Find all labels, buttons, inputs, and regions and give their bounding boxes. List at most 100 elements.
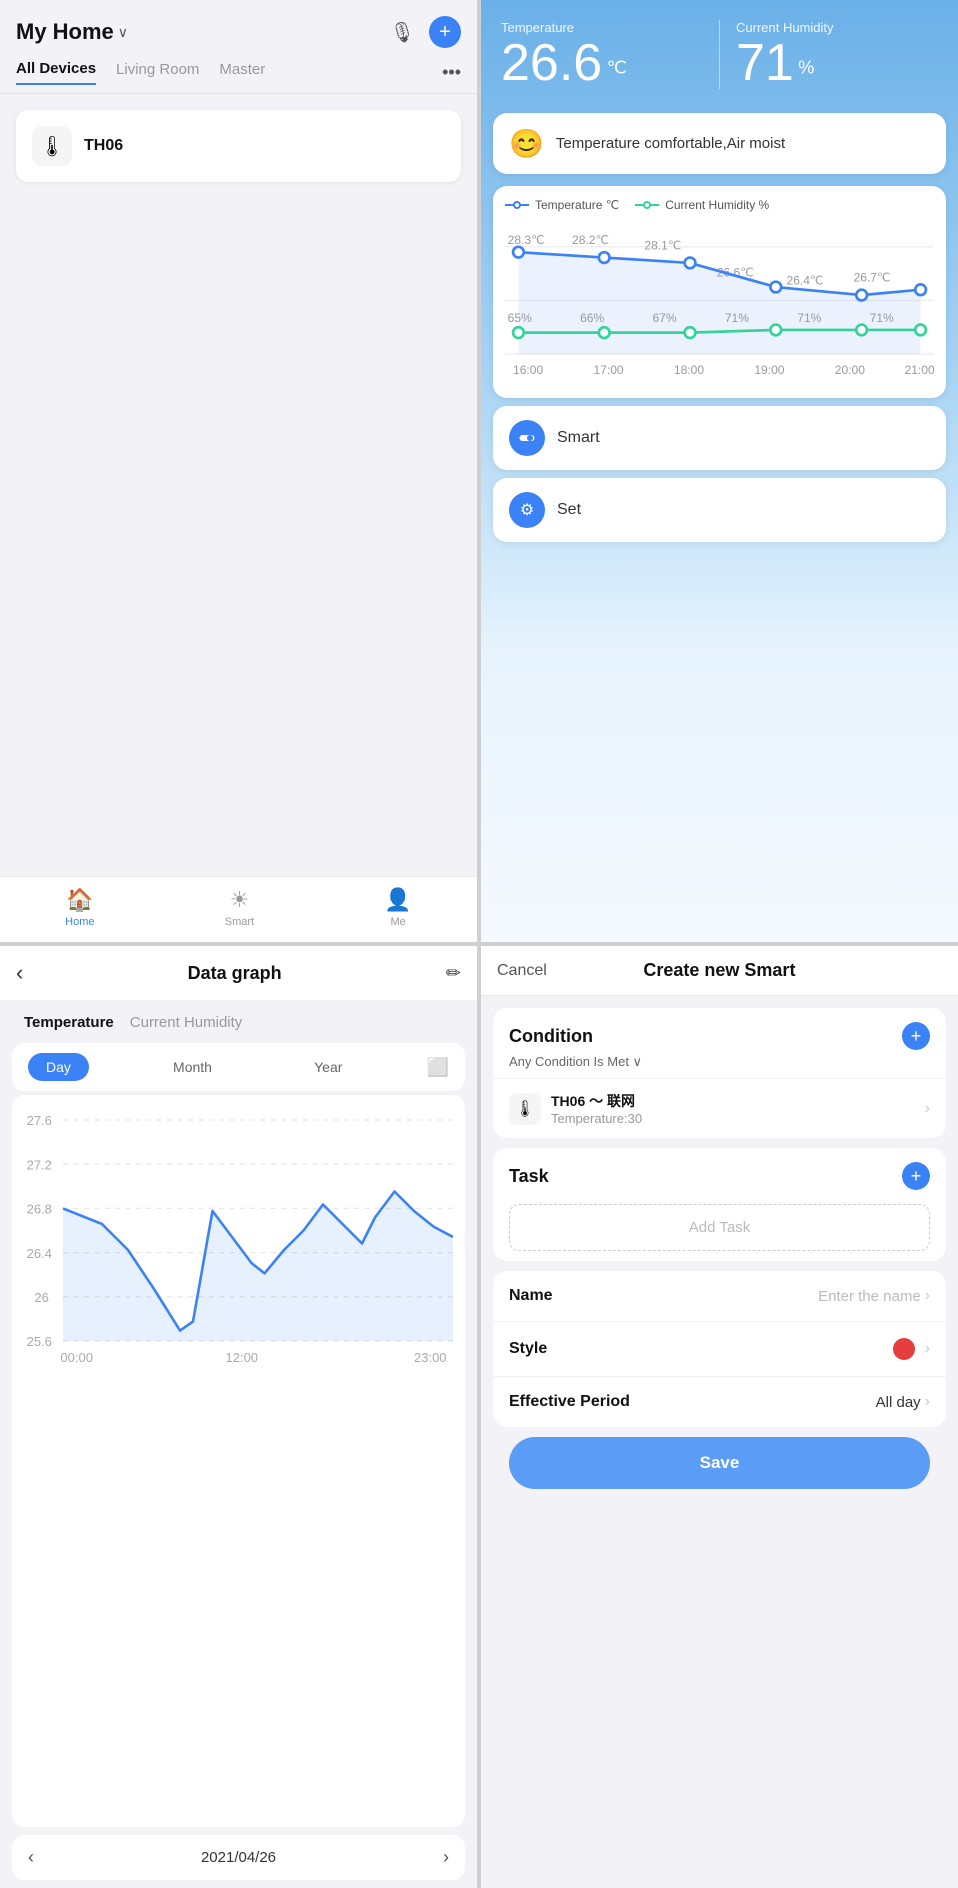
edit-icon[interactable]: ✏ <box>446 963 461 984</box>
legend-humidity-label: Current Humidity % <box>665 198 769 212</box>
svg-text:26.8: 26.8 <box>27 1202 52 1217</box>
add-task-button[interactable]: Add Task <box>509 1204 930 1251</box>
effective-period-value: All day <box>876 1394 921 1411</box>
tab-temperature[interactable]: Temperature <box>16 1010 122 1035</box>
temperature-value-row: 26.6 ℃ <box>501 37 703 89</box>
add-home-button[interactable]: + <box>429 16 461 48</box>
date-prev-button[interactable]: ‹ <box>28 1847 34 1868</box>
home-nav: 🏠 Home ☀ Smart 👤 Me <box>0 876 477 942</box>
smart-nav-icon: ☀ <box>230 887 250 913</box>
device-icon: 🌡 <box>32 126 72 166</box>
panel-smart: Cancel Create new Smart Condition + Any … <box>481 946 958 1888</box>
comfort-icon: 😊 <box>509 127 544 160</box>
condition-title: Condition <box>509 1026 593 1047</box>
temperature-stat: Temperature 26.6 ℃ <box>501 20 703 89</box>
device-list: 🌡 TH06 <box>0 94 477 876</box>
home-actions: 🎙 + <box>390 16 461 48</box>
nav-smart[interactable]: ☀ Smart <box>225 887 254 928</box>
tab-living-room[interactable]: Living Room <box>116 61 199 84</box>
nav-me-label: Me <box>390 916 405 928</box>
more-icon[interactable]: ••• <box>442 62 461 83</box>
style-color-dot <box>893 1338 915 1360</box>
device-card[interactable]: 🌡 TH06 <box>16 110 461 182</box>
svg-text:26.7℃: 26.7℃ <box>854 271 891 285</box>
temperature-line-chart: 27.6 27.2 26.8 26.4 26 25.6 00:00 12:00 … <box>24 1107 453 1367</box>
legend-temperature: Temperature ℃ <box>505 198 619 212</box>
humidity-value-row: 71 % <box>736 37 938 89</box>
period-year[interactable]: Year <box>296 1053 360 1081</box>
condition-add-button[interactable]: + <box>902 1022 930 1050</box>
device-name: TH06 <box>84 137 123 155</box>
effective-period-label: Effective Period <box>509 1393 630 1411</box>
home-nav-icon: 🏠 <box>66 887 93 913</box>
cancel-button[interactable]: Cancel <box>497 962 547 980</box>
svg-text:20:00: 20:00 <box>835 363 865 377</box>
task-add-button[interactable]: + <box>902 1162 930 1190</box>
style-label: Style <box>509 1340 547 1358</box>
tab-master[interactable]: Master <box>219 61 265 84</box>
condition-device-icon: 🌡 <box>509 1093 541 1125</box>
panel-graph: ‹ Data graph ✏ Temperature Current Humid… <box>0 946 477 1888</box>
device-stats: Temperature 26.6 ℃ Current Humidity 71 % <box>501 20 938 89</box>
set-label: Set <box>557 501 581 519</box>
set-gear-icon: ⚙ <box>509 492 545 528</box>
svg-text:26.4℃: 26.4℃ <box>787 273 824 287</box>
period-day[interactable]: Day <box>28 1053 89 1081</box>
condition-subtitle[interactable]: Any Condition Is Met ∨ <box>493 1054 946 1078</box>
comfort-text: Temperature comfortable,Air moist <box>556 135 785 152</box>
save-button[interactable]: Save <box>509 1437 930 1489</box>
smart-create-header: Cancel Create new Smart <box>481 946 958 996</box>
svg-text:28.2℃: 28.2℃ <box>572 233 609 247</box>
condition-row[interactable]: 🌡 TH06 ～ 联网 Temperature:30 › <box>493 1078 946 1138</box>
svg-text:27.6: 27.6 <box>27 1113 52 1128</box>
panel-device: Temperature 26.6 ℃ Current Humidity 71 %… <box>481 0 958 942</box>
svg-text:12:00: 12:00 <box>226 1350 259 1365</box>
svg-text:26.4: 26.4 <box>27 1246 52 1261</box>
svg-text:25.6: 25.6 <box>27 1334 52 1349</box>
home-header: My Home ∨ 🎙 + <box>0 0 477 56</box>
temperature-value: 26.6 <box>501 34 602 92</box>
tab-all-devices[interactable]: All Devices <box>16 60 96 85</box>
humidity-value: 71 <box>736 34 794 92</box>
legend-humidity: Current Humidity % <box>635 198 769 212</box>
name-placeholder[interactable]: Enter the name <box>818 1288 921 1305</box>
smart-body: Condition + Any Condition Is Met ∨ 🌡 TH0… <box>481 996 958 1888</box>
humidity-unit: % <box>798 58 814 78</box>
task-section-header: Task + <box>493 1148 946 1194</box>
smart-card[interactable]: Smart <box>493 406 946 470</box>
nav-me[interactable]: 👤 Me <box>384 887 411 928</box>
condition-section: Condition + Any Condition Is Met ∨ 🌡 TH0… <box>493 1008 946 1138</box>
tab-humidity[interactable]: Current Humidity <box>122 1010 251 1035</box>
svg-text:17:00: 17:00 <box>593 363 623 377</box>
effective-period-right[interactable]: All day › <box>876 1393 930 1411</box>
svg-text:18:00: 18:00 <box>674 363 704 377</box>
smart-label: Smart <box>557 429 600 447</box>
line-chart-card: 27.6 27.2 26.8 26.4 26 25.6 00:00 12:00 … <box>12 1095 465 1827</box>
nav-smart-label: Smart <box>225 916 254 928</box>
condition-row-chevron: › <box>925 1100 930 1118</box>
mic-icon[interactable]: 🎙 <box>390 20 415 45</box>
name-field-row: Name Enter the name › <box>493 1271 946 1322</box>
effective-period-row: Effective Period All day › <box>493 1377 946 1427</box>
name-label: Name <box>509 1287 553 1305</box>
nav-home-label: Home <box>65 916 94 928</box>
date-next-button[interactable]: › <box>443 1847 449 1868</box>
humidity-stat: Current Humidity 71 % <box>736 20 938 89</box>
export-icon[interactable]: ⬜ <box>427 1057 449 1078</box>
svg-text:71%: 71% <box>870 311 894 325</box>
chart-legend: Temperature ℃ Current Humidity % <box>505 198 934 212</box>
nav-home[interactable]: 🏠 Home <box>65 887 94 928</box>
svg-text:27.2: 27.2 <box>27 1157 52 1172</box>
style-field-right[interactable]: › <box>893 1338 930 1360</box>
home-title: My Home <box>16 19 114 45</box>
svg-text:26: 26 <box>34 1290 48 1305</box>
svg-text:67%: 67% <box>652 311 676 325</box>
home-title-row: My Home ∨ <box>16 19 128 45</box>
period-month[interactable]: Month <box>155 1053 230 1081</box>
task-title: Task <box>509 1166 549 1187</box>
date-text: 2021/04/26 <box>201 1849 276 1866</box>
back-button[interactable]: ‹ <box>16 960 23 986</box>
condition-device-value: Temperature:30 <box>551 1111 915 1126</box>
set-card[interactable]: ⚙ Set <box>493 478 946 542</box>
humidity-label: Current Humidity <box>736 20 938 35</box>
